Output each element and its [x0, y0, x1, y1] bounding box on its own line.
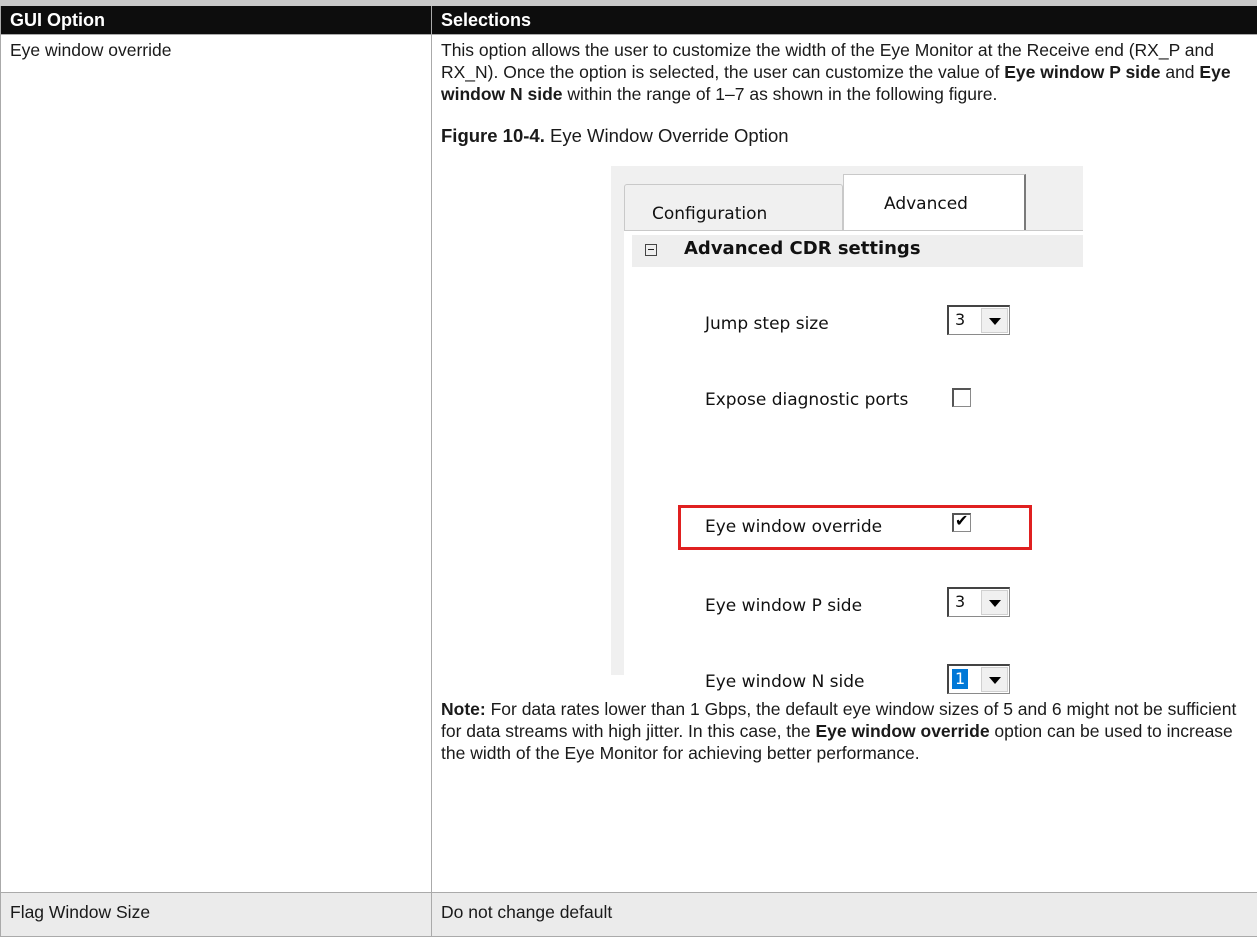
selection-cell: Do not change default	[432, 892, 1257, 936]
tab-advanced[interactable]: Advanced	[843, 174, 1026, 231]
option-name-cell: Eye window override	[1, 34, 432, 892]
eye-window-n-side-label: Eye window N side	[705, 671, 865, 693]
description-bold-p-side: Eye window P side	[1004, 62, 1160, 82]
eye-window-override-figure: Configuration Advanced Advanced CDR sett…	[611, 166, 1083, 675]
eye-window-p-side-label: Eye window P side	[705, 595, 862, 617]
description-text: within the range of 1–7 as shown in the …	[563, 84, 998, 104]
jump-step-size-label: Jump step size	[705, 313, 829, 335]
jump-step-size-select[interactable]: 3	[947, 305, 1010, 335]
description-paragraph: This option allows the user to customize…	[441, 39, 1248, 105]
eye-window-p-side-value: 3	[952, 592, 968, 612]
checkmark-icon: ✔	[955, 510, 968, 532]
option-name-cell: Flag Window Size	[1, 892, 432, 936]
figure-title: Eye Window Override Option	[545, 125, 789, 146]
note-bold-option: Eye window override	[815, 721, 989, 741]
figure-caption: Figure 10-4. Eye Window Override Option	[441, 124, 1248, 148]
advanced-panel: Advanced CDR settings Jump step size 3 E…	[624, 230, 1083, 676]
eye-window-override-checkbox[interactable]: ✔	[952, 513, 971, 532]
expose-diagnostic-ports-checkbox[interactable]	[952, 388, 971, 407]
note-paragraph: Note: For data rates lower than 1 Gbps, …	[441, 698, 1248, 764]
table-row: Eye window override This option allows t…	[1, 34, 1257, 892]
description-text: and	[1160, 62, 1199, 82]
header-selections: Selections	[432, 6, 1257, 34]
tab-configuration[interactable]: Configuration	[624, 184, 843, 231]
eye-window-p-side-select[interactable]: 3	[947, 587, 1010, 617]
section-title: Advanced CDR settings	[684, 238, 921, 260]
header-gui-option: GUI Option	[1, 6, 432, 34]
chevron-down-icon[interactable]	[981, 590, 1008, 615]
table-header-row: GUI Option Selections	[1, 6, 1257, 34]
collapse-icon[interactable]	[645, 244, 657, 256]
expose-diagnostic-ports-label: Expose diagnostic ports	[705, 389, 908, 411]
table-row: Flag Window Size Do not change default	[1, 892, 1257, 936]
eye-window-n-side-select[interactable]: 1	[947, 664, 1010, 694]
jump-step-size-value: 3	[952, 310, 968, 330]
selection-cell: This option allows the user to customize…	[432, 34, 1257, 892]
eye-window-override-label: Eye window override	[705, 516, 882, 538]
section-header[interactable]: Advanced CDR settings	[632, 235, 1083, 267]
eye-window-n-side-value: 1	[952, 669, 968, 689]
note-label: Note:	[441, 699, 486, 719]
chevron-down-icon[interactable]	[981, 308, 1008, 333]
options-table: GUI Option Selections Eye window overrid…	[0, 6, 1257, 937]
figure-label: Figure 10-4.	[441, 125, 545, 146]
chevron-down-icon[interactable]	[981, 667, 1008, 692]
